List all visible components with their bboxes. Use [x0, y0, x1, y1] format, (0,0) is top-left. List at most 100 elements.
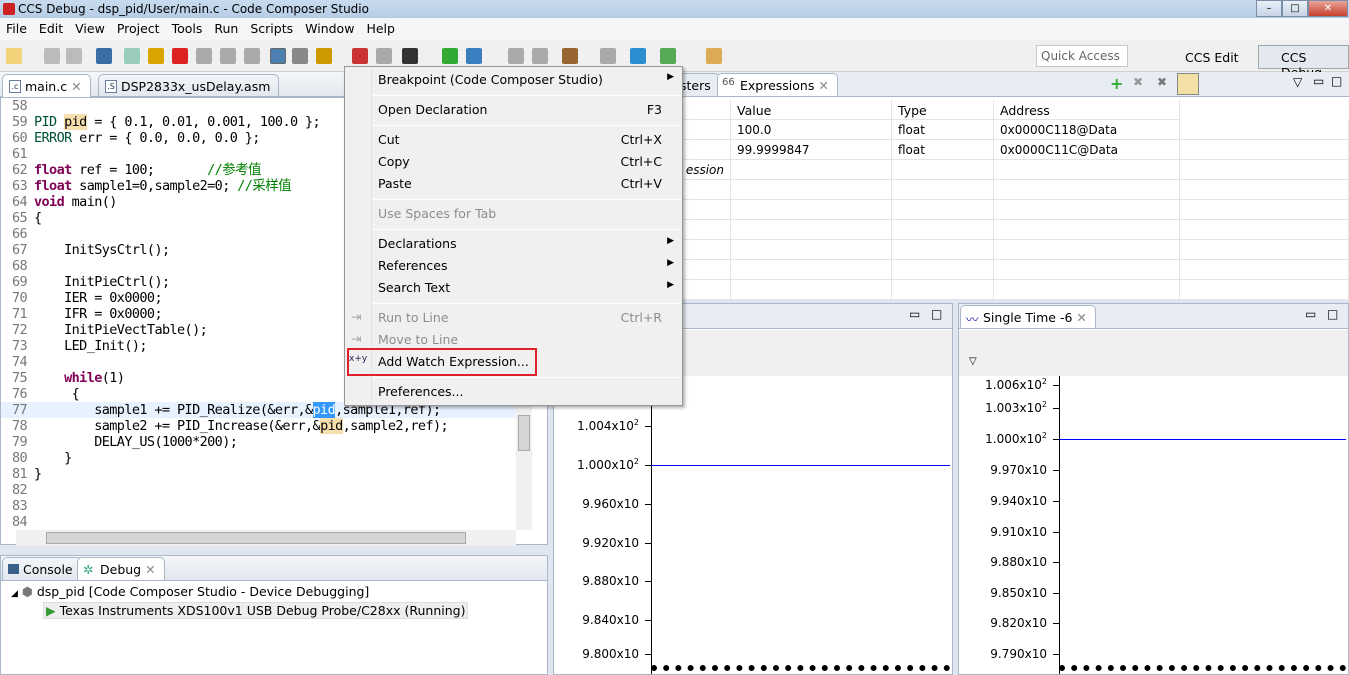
tab-debug[interactable]: ✲ Debug ✕: [77, 557, 165, 580]
graph-plot-area[interactable]: 1.004x102 1.000x102 9.960x10 9.920x10 9.880x…: [554, 376, 952, 674]
table-cell[interactable]: [731, 280, 892, 300]
table-cell[interactable]: 99.9999847: [731, 140, 892, 160]
menu-edit[interactable]: Edit: [33, 18, 69, 39]
toolbar-button-19[interactable]: [532, 48, 548, 64]
toolbar-button-12[interactable]: [316, 48, 332, 64]
tab-main-c[interactable]: .c main.c ✕: [2, 74, 91, 97]
tab-single-time[interactable]: 〰 Single Time -6 ✕: [960, 305, 1096, 328]
toolbar-button-22[interactable]: [630, 48, 646, 64]
view-menu-icon[interactable]: ▽: [1293, 75, 1302, 89]
toolbar-button-13[interactable]: [352, 48, 368, 64]
toolbar-button-17[interactable]: [466, 48, 482, 64]
menu-project[interactable]: Project: [111, 18, 166, 39]
code-line[interactable]: 79 DELAY_US(1000*200);: [1, 434, 516, 450]
toolbar-button-5[interactable]: [148, 48, 164, 64]
table-cell[interactable]: [1180, 140, 1349, 160]
menu-tools[interactable]: Tools: [166, 18, 209, 39]
table-cell[interactable]: [1180, 180, 1349, 200]
toolbar-button-10[interactable]: [270, 48, 286, 64]
table-cell[interactable]: [892, 180, 994, 200]
remove-all-icon[interactable]: ✖: [1157, 75, 1167, 89]
table-cell[interactable]: [994, 260, 1180, 280]
context-menu-item-declarations[interactable]: Declarations ▶: [345, 233, 682, 255]
table-cell[interactable]: [994, 180, 1180, 200]
maximize-view-icon[interactable]: □: [1327, 307, 1338, 321]
tab-console[interactable]: Console: [2, 557, 82, 580]
table-cell[interactable]: [892, 260, 994, 280]
quick-access-input[interactable]: Quick Access: [1036, 45, 1128, 67]
remove-icon[interactable]: ✖: [1133, 75, 1143, 89]
table-cell[interactable]: [731, 180, 892, 200]
maximize-view-icon[interactable]: □: [931, 307, 942, 321]
menu-window[interactable]: Window: [299, 18, 360, 39]
code-line[interactable]: 78 sample2 += PID_Increase(&err,&pid,sam…: [1, 418, 516, 434]
table-cell[interactable]: [1180, 220, 1349, 240]
table-cell[interactable]: 0x0000C118@Data: [994, 120, 1180, 140]
toolbar-button-24[interactable]: [706, 48, 722, 64]
menu-scripts[interactable]: Scripts: [244, 18, 299, 39]
menu-run[interactable]: Run: [208, 18, 244, 39]
toolbar-button-11[interactable]: [292, 48, 308, 64]
context-menu-item-run-to-line[interactable]: ⇥ Run to Line Ctrl+R: [345, 307, 682, 329]
table-cell[interactable]: [892, 200, 994, 220]
close-button[interactable]: ✕: [1308, 0, 1348, 17]
toolbar-button-2[interactable]: [66, 48, 82, 64]
table-cell[interactable]: [731, 160, 892, 180]
table-cell[interactable]: [731, 240, 892, 260]
toolbar-button-14[interactable]: [376, 48, 392, 64]
table-cell[interactable]: [994, 200, 1180, 220]
menu-help[interactable]: Help: [360, 18, 401, 39]
context-menu-item-use-spaces-for-tab[interactable]: Use Spaces for Tab: [345, 203, 682, 225]
context-menu-item-breakpoint-code-composer-studio[interactable]: Breakpoint (Code Composer Studio) ▶: [345, 69, 682, 91]
table-cell[interactable]: [1180, 240, 1349, 260]
code-line[interactable]: 83: [1, 498, 516, 514]
context-menu-item-preferences[interactable]: Preferences...: [345, 381, 682, 403]
close-tab-icon[interactable]: ✕: [1076, 310, 1086, 325]
close-tab-icon[interactable]: ✕: [71, 79, 81, 94]
table-cell[interactable]: [1180, 280, 1349, 300]
toolbar-button-8[interactable]: [220, 48, 236, 64]
tab-usdelay-asm[interactable]: .S DSP2833x_usDelay.asm: [98, 74, 280, 97]
context-menu-item-search-text[interactable]: Search Text ▶: [345, 277, 682, 299]
tree-item-project[interactable]: ◢ ⬢ dsp_pid [Code Composer Studio - Devi…: [11, 584, 369, 599]
table-cell[interactable]: [892, 280, 994, 300]
code-line[interactable]: 80 }: [1, 450, 516, 466]
context-menu-item-references[interactable]: References ▶: [345, 255, 682, 277]
context-menu-item-paste[interactable]: Paste Ctrl+V: [345, 173, 682, 195]
toolbar-button-16[interactable]: [442, 48, 458, 64]
toolbar-button-1[interactable]: [44, 48, 60, 64]
table-cell[interactable]: [892, 220, 994, 240]
table-cell[interactable]: [1180, 260, 1349, 280]
column-value[interactable]: Value: [731, 100, 892, 120]
table-cell[interactable]: [994, 240, 1180, 260]
table-cell[interactable]: float: [892, 120, 994, 140]
context-menu-item-copy[interactable]: Copy Ctrl+C: [345, 151, 682, 173]
column-type[interactable]: Type: [892, 100, 994, 120]
minimize-view-icon[interactable]: ▭: [1313, 74, 1324, 88]
tree-item-probe[interactable]: ▶ Texas Instruments XDS100v1 USB Debug P…: [43, 602, 469, 619]
table-cell[interactable]: float: [892, 140, 994, 160]
maximize-button[interactable]: □: [1282, 0, 1308, 17]
table-cell[interactable]: [994, 280, 1180, 300]
code-line[interactable]: 82: [1, 482, 516, 498]
toolbar-button-15[interactable]: [402, 48, 418, 64]
perspective-ccs-edit[interactable]: CCS Edit: [1162, 45, 1246, 69]
toolbar-button-3[interactable]: [96, 48, 112, 64]
perspective-ccs-debug[interactable]: CCS Debug: [1258, 45, 1349, 80]
table-cell[interactable]: [892, 160, 994, 180]
toolbar-button-0[interactable]: [6, 48, 22, 64]
code-line[interactable]: 84: [1, 514, 516, 530]
toolbar-button-7[interactable]: [196, 48, 212, 64]
tab-expressions[interactable]: 66 Expressions ✕: [717, 73, 838, 96]
graph-plot-area[interactable]: 1.006x102 1.003x102 1.000x102 9.970x10 9.940…: [959, 376, 1348, 674]
toolbar-button-23[interactable]: [660, 48, 676, 64]
close-tab-icon[interactable]: ✕: [145, 562, 155, 577]
menu-file[interactable]: File: [0, 18, 33, 39]
table-cell[interactable]: 0x0000C11C@Data: [994, 140, 1180, 160]
close-tab-icon[interactable]: ✕: [818, 78, 828, 93]
minimize-view-icon[interactable]: ▭: [1305, 307, 1316, 321]
table-cell[interactable]: [892, 240, 994, 260]
context-menu-item-open-declaration[interactable]: Open Declaration F3: [345, 99, 682, 121]
table-cell[interactable]: [731, 200, 892, 220]
table-cell[interactable]: [1180, 120, 1349, 140]
